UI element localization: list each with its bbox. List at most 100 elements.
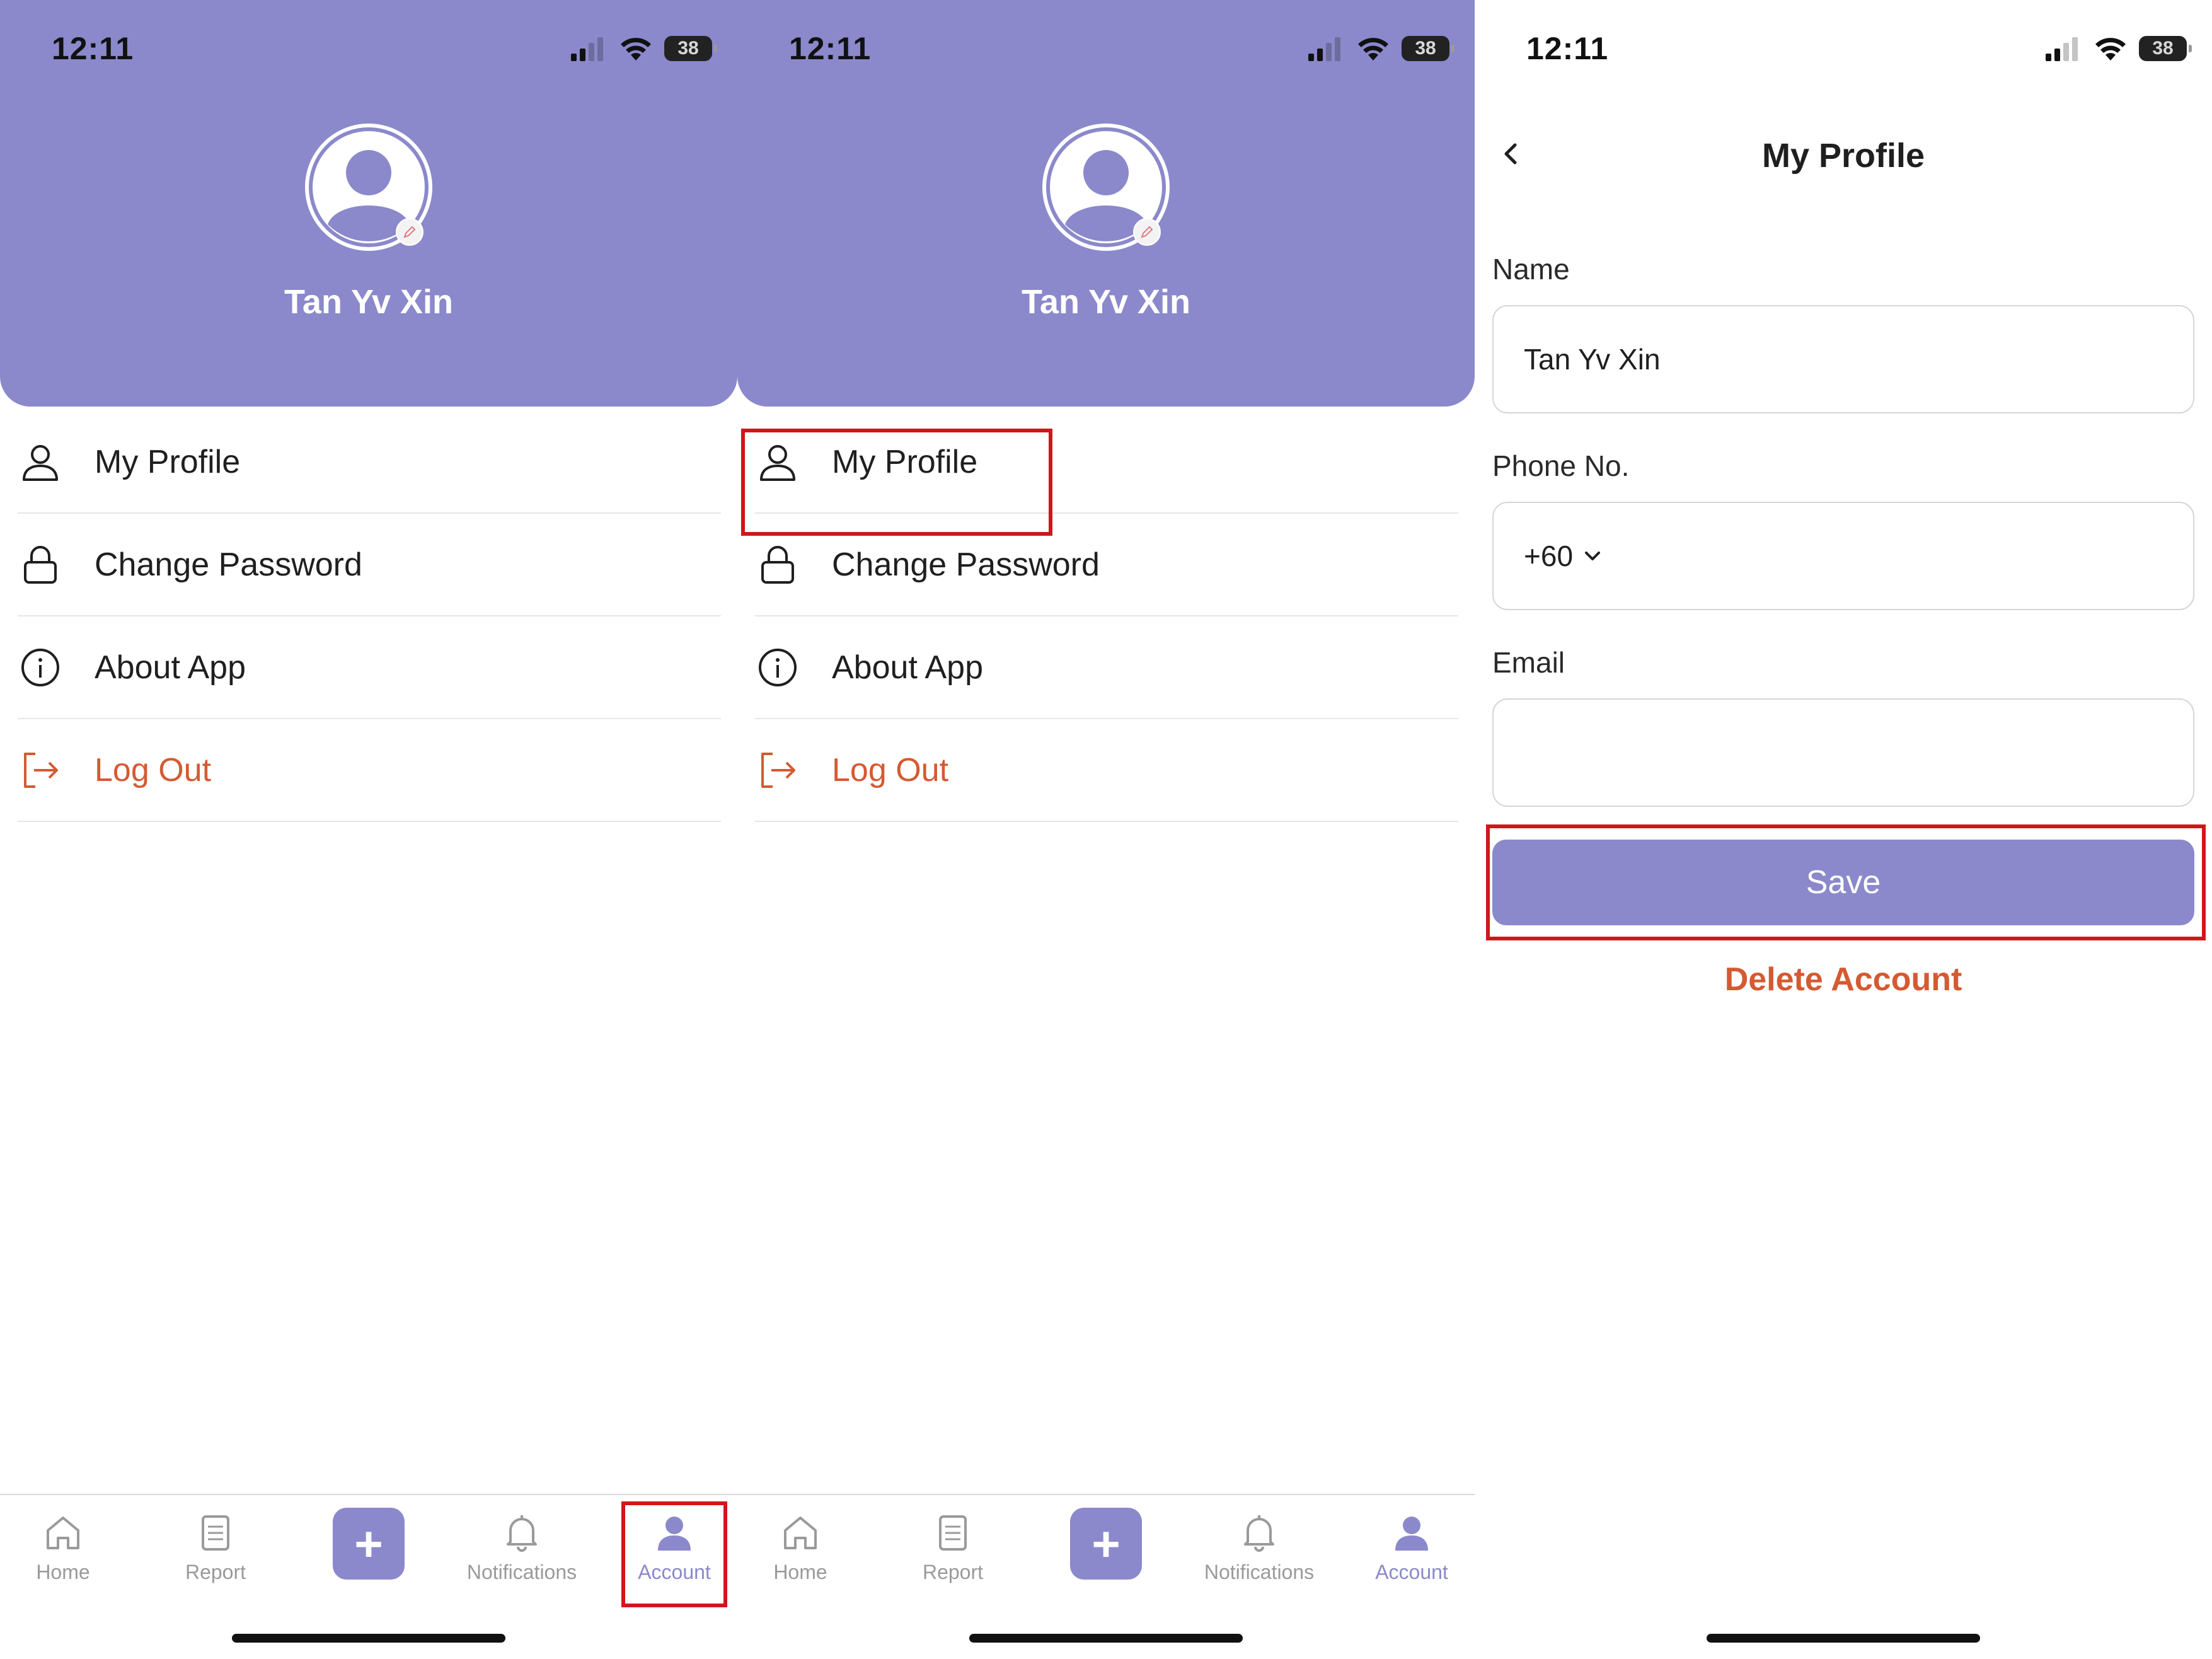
nav-account[interactable]: Account: [611, 1512, 737, 1606]
status-time: 12:11: [52, 31, 134, 66]
my-profile-screen: 12:11 38 My Profile Name Tan Yv Xin Phon…: [1475, 0, 2212, 1659]
menu-label: My Profile: [832, 443, 978, 480]
wifi-icon: [2095, 38, 2126, 61]
menu-label: Change Password: [95, 546, 362, 583]
user-icon: [18, 439, 63, 485]
avatar[interactable]: [1042, 124, 1170, 251]
nav-label: Home: [36, 1561, 90, 1583]
email-label: Email: [1492, 646, 1565, 679]
wifi-icon: [1358, 38, 1388, 61]
add-report-button[interactable]: +: [1070, 1508, 1142, 1580]
nav-label: Notifications: [1204, 1561, 1315, 1583]
country-code-value: +60: [1524, 540, 1574, 572]
home-icon: [47, 1517, 79, 1549]
status-bar: 12:11 38: [0, 0, 737, 95]
profile-header: 12:11 38 Tan Yv Xin: [0, 0, 737, 407]
signal-icon: [571, 37, 603, 61]
logout-icon: [18, 748, 63, 793]
battery-icon: 38: [664, 36, 717, 61]
status-bar: 12:11 38: [1475, 0, 2212, 95]
nav-label: Account: [638, 1561, 711, 1583]
menu-label: Log Out: [832, 751, 949, 789]
account-icon: [1395, 1517, 1428, 1551]
menu-label: About App: [832, 649, 983, 686]
battery-icon: 38: [1402, 36, 1455, 61]
nav-label: Report: [185, 1561, 246, 1583]
nav-report[interactable]: Report: [153, 1512, 279, 1606]
nav-label: Notifications: [466, 1561, 577, 1583]
nav-notifications[interactable]: Notifications: [1196, 1512, 1322, 1606]
name-field[interactable]: Tan Yv Xin: [1492, 305, 2194, 413]
info-icon: [755, 645, 800, 690]
home-icon: [784, 1517, 817, 1549]
account-screen-2: 12:11 38 Tan Yv Xin My Profile Change Pa…: [737, 0, 1475, 1659]
menu-item-about-app[interactable]: About App: [18, 616, 721, 719]
nav-home[interactable]: Home: [0, 1512, 126, 1606]
user-icon: [755, 439, 800, 485]
menu-item-change-password[interactable]: Change Password: [755, 514, 1458, 616]
account-icon: [658, 1517, 691, 1551]
user-name: Tan Yv Xin: [1021, 283, 1191, 321]
nav-label: Account: [1375, 1561, 1448, 1583]
edit-avatar-icon[interactable]: [1133, 218, 1161, 246]
status-icons: 38: [1307, 34, 1455, 63]
nav-home[interactable]: Home: [737, 1512, 863, 1606]
bell-icon: [1244, 1515, 1274, 1552]
status-icons: 38: [570, 34, 717, 63]
home-indicator: [1707, 1634, 1980, 1643]
logout-icon: [755, 748, 800, 793]
avatar[interactable]: [305, 124, 432, 251]
lock-icon: [755, 542, 800, 587]
chevron-down-icon: [1585, 552, 1601, 560]
info-icon: [18, 645, 63, 690]
delete-account-button[interactable]: Delete Account: [1475, 961, 2212, 998]
menu-item-about-app[interactable]: About App: [755, 616, 1458, 719]
nav-notifications[interactable]: Notifications: [459, 1512, 585, 1606]
battery-level: 38: [677, 38, 699, 59]
name-value: Tan Yv Xin: [1524, 343, 1661, 376]
bell-icon: [507, 1515, 537, 1552]
signal-icon: [1308, 37, 1340, 61]
menu-item-log-out[interactable]: Log Out: [18, 719, 721, 822]
plus-icon: +: [354, 1516, 383, 1571]
menu-item-change-password[interactable]: Change Password: [18, 514, 721, 616]
nav-label: Home: [773, 1561, 827, 1583]
edit-avatar-icon[interactable]: [396, 218, 423, 246]
status-time: 12:11: [1526, 31, 1609, 66]
nav-report[interactable]: Report: [890, 1512, 1016, 1606]
save-button[interactable]: Save: [1492, 840, 2194, 925]
status-icons: 38: [2044, 34, 2192, 63]
menu-item-my-profile[interactable]: My Profile: [18, 411, 721, 514]
menu-label: About App: [95, 649, 246, 686]
status-bar: 12:11 38: [737, 0, 1475, 95]
menu-label: Log Out: [95, 751, 212, 789]
account-menu: My Profile Change Password About App Log…: [755, 411, 1458, 822]
menu-item-log-out[interactable]: Log Out: [755, 719, 1458, 822]
profile-header: 12:11 38 Tan Yv Xin: [737, 0, 1475, 407]
home-indicator: [232, 1634, 505, 1643]
lock-icon: [18, 542, 63, 587]
nav-label: Report: [922, 1561, 984, 1583]
email-field[interactable]: [1492, 698, 2194, 807]
signal-icon: [2046, 37, 2078, 61]
account-screen-1: 12:11 38 Tan Yv Xin My Profile Change Pa…: [0, 0, 737, 1659]
wifi-icon: [621, 38, 651, 61]
name-label: Name: [1492, 253, 1570, 286]
phone-label: Phone No.: [1492, 449, 1630, 482]
battery-level: 38: [2152, 38, 2174, 59]
menu-label: Change Password: [832, 546, 1100, 583]
home-indicator: [969, 1634, 1243, 1643]
nav-account[interactable]: Account: [1349, 1512, 1475, 1606]
report-icon: [202, 1515, 229, 1551]
battery-level: 38: [1415, 38, 1436, 59]
page-title: My Profile: [1761, 137, 1925, 175]
add-report-button[interactable]: +: [333, 1508, 405, 1580]
menu-item-my-profile[interactable]: My Profile: [755, 411, 1458, 514]
user-name: Tan Yv Xin: [284, 283, 454, 321]
menu-label: My Profile: [95, 443, 241, 480]
account-menu: My Profile Change Password About App Log…: [18, 411, 721, 822]
report-icon: [939, 1515, 967, 1551]
country-code-selector[interactable]: +60: [1524, 539, 1603, 573]
battery-icon: 38: [2139, 36, 2192, 61]
phone-field[interactable]: +60: [1492, 502, 2194, 610]
